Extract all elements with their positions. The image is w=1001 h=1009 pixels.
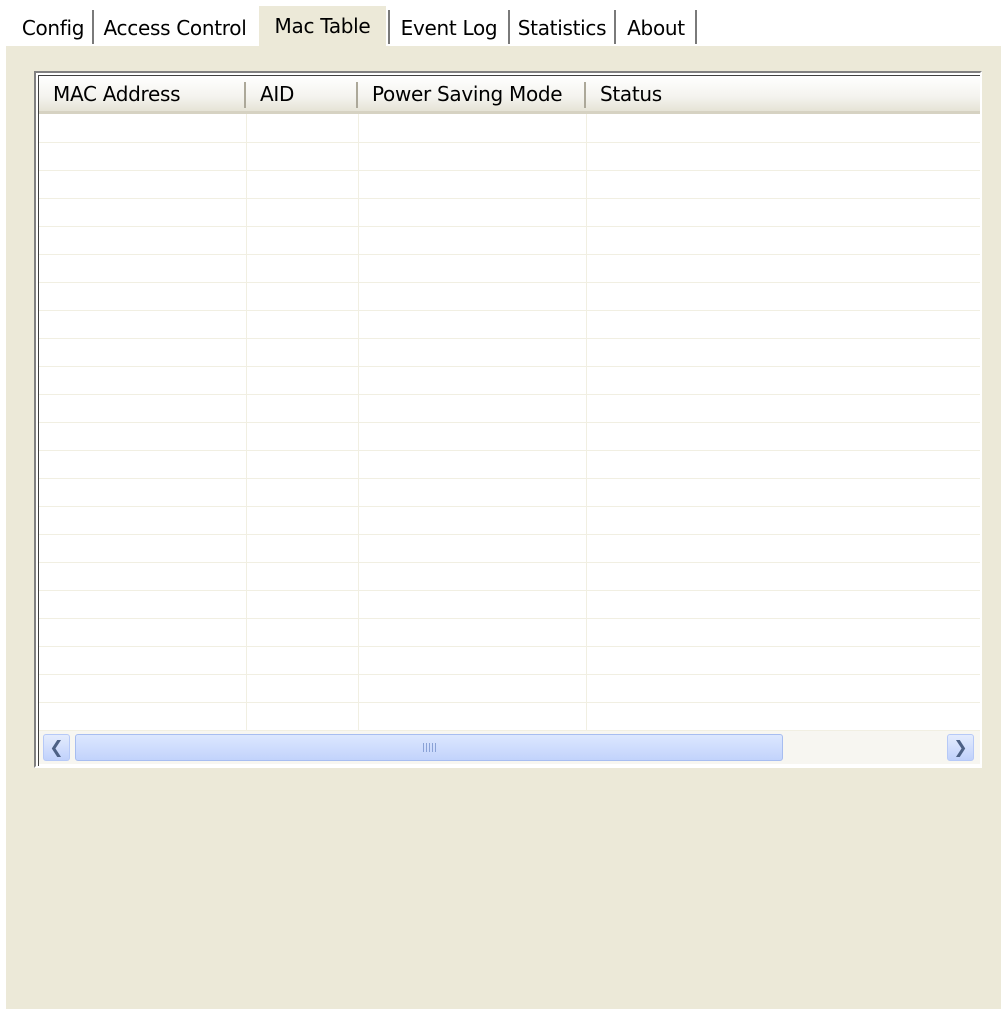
tab-config[interactable]: Config	[18, 10, 88, 46]
mac-table-list[interactable]: MAC Address AID Power Saving Mode Status…	[34, 71, 982, 768]
horizontal-scrollbar[interactable]: ❮ ❯	[39, 731, 980, 764]
tab-mac-table[interactable]: Mac Table	[259, 6, 386, 46]
table-row	[39, 226, 980, 255]
scroll-left-arrow-icon: ❮	[49, 737, 64, 758]
tab-separator	[388, 10, 390, 44]
column-header-mac-address[interactable]: MAC Address	[39, 76, 246, 111]
list-body	[39, 114, 980, 731]
column-header-label: MAC Address	[53, 81, 181, 106]
tab-statistics[interactable]: Statistics	[514, 10, 610, 46]
column-header-status[interactable]: Status	[586, 76, 980, 111]
table-row	[39, 282, 980, 311]
list-header: MAC Address AID Power Saving Mode Status	[39, 76, 980, 114]
tab-separator	[695, 10, 697, 44]
table-row	[39, 310, 980, 339]
scroll-left-button[interactable]: ❮	[43, 734, 70, 761]
table-row	[39, 170, 980, 199]
table-row	[39, 674, 980, 703]
table-row	[39, 590, 980, 619]
table-row	[39, 394, 980, 423]
scroll-right-button[interactable]: ❯	[947, 734, 974, 761]
table-row	[39, 562, 980, 591]
tab-separator	[92, 10, 94, 44]
table-row	[39, 198, 980, 227]
tab-separator	[614, 10, 616, 44]
column-header-aid[interactable]: AID	[246, 76, 358, 111]
table-row	[39, 366, 980, 395]
column-header-power-saving-mode[interactable]: Power Saving Mode	[358, 76, 586, 111]
table-row	[39, 338, 980, 367]
tab-event-log[interactable]: Event Log	[394, 10, 504, 46]
grip-icon	[422, 743, 436, 752]
table-row	[39, 646, 980, 675]
column-header-label: Power Saving Mode	[372, 81, 563, 106]
column-header-label: AID	[260, 81, 295, 106]
scrollbar-thumb[interactable]	[75, 734, 783, 761]
tab-access-control[interactable]: Access Control	[100, 10, 250, 46]
table-row	[39, 114, 980, 143]
tab-strip: Config Access Control Mac Table Event Lo…	[0, 0, 1001, 46]
tab-about[interactable]: About	[620, 10, 692, 46]
tab-separator	[508, 10, 510, 44]
table-row	[39, 422, 980, 451]
table-row	[39, 450, 980, 479]
table-row	[39, 702, 980, 731]
table-row	[39, 254, 980, 283]
table-row	[39, 478, 980, 507]
table-row	[39, 142, 980, 171]
list-frame: MAC Address AID Power Saving Mode Status…	[38, 75, 980, 766]
column-header-label: Status	[600, 81, 662, 106]
scroll-right-arrow-icon: ❯	[953, 737, 968, 758]
table-row	[39, 534, 980, 563]
table-row	[39, 618, 980, 647]
table-row	[39, 506, 980, 535]
